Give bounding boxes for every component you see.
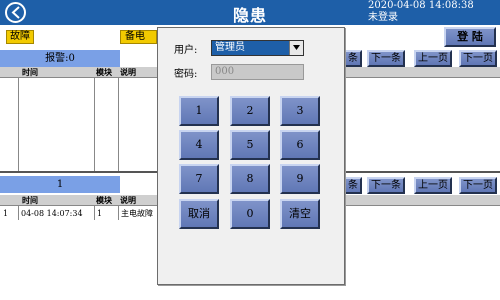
tab-backup-power[interactable]: 备电 — [120, 30, 157, 44]
history-next-page-button[interactable]: 下一页 — [459, 177, 497, 194]
keypad-clear-button[interactable]: 清空 — [280, 199, 320, 229]
keypad-key-9[interactable]: 9 — [280, 164, 320, 194]
history-col-module: 模块 — [96, 195, 112, 205]
column-divider — [118, 78, 119, 171]
keypad-key-7[interactable]: 7 — [179, 164, 219, 194]
alarm-col-module: 模块 — [96, 67, 112, 77]
keypad-key-5[interactable]: 5 — [230, 130, 270, 160]
keypad-key-8[interactable]: 8 — [230, 164, 270, 194]
keypad-key-1[interactable]: 1 — [179, 96, 219, 126]
row-description: 主电故障 — [121, 209, 153, 218]
login-status: 未登录 — [368, 12, 398, 23]
chevron-down-icon — [293, 45, 300, 50]
back-arrow-icon — [11, 6, 20, 19]
history-next-item-button[interactable]: 下一条 — [367, 177, 405, 194]
row-module: 1 — [97, 209, 103, 218]
history-col-desc: 说明 — [120, 195, 136, 205]
keypad-key-2[interactable]: 2 — [230, 96, 270, 126]
history-next-item-partial[interactable]: 条 — [344, 177, 362, 194]
login-dialog: 用户: 管理员 密码: 000 1 2 3 4 5 6 7 8 9 取消 0 清… — [157, 27, 345, 285]
password-label: 密码: — [174, 69, 198, 80]
keypad-key-6[interactable]: 6 — [280, 130, 320, 160]
alarm-count-label: 报警:0 — [0, 50, 120, 67]
alarm-next-item-partial[interactable]: 条 — [344, 50, 362, 67]
history-col-time: 时间 — [22, 195, 38, 205]
keypad-key-0[interactable]: 0 — [230, 199, 270, 229]
alarm-next-page-button[interactable]: 下一页 — [459, 50, 497, 67]
tab-fault[interactable]: 故障 — [6, 30, 34, 44]
back-button[interactable] — [5, 2, 26, 23]
keypad-cancel-button[interactable]: 取消 — [179, 199, 219, 229]
alarm-prev-page-button[interactable]: 上一页 — [414, 50, 452, 67]
user-select-value: 管理员 — [215, 42, 245, 53]
user-select[interactable]: 管理员 — [211, 40, 304, 56]
row-index: 1 — [3, 209, 9, 218]
page-title: 隐患 — [232, 6, 267, 25]
password-input[interactable]: 000 — [211, 64, 304, 80]
keypad-key-3[interactable]: 3 — [280, 96, 320, 126]
datetime-readout: 2020-04-08 14:08:38 — [368, 0, 474, 11]
column-divider — [18, 78, 19, 171]
alarm-col-time: 时间 — [22, 67, 38, 77]
history-prev-page-button[interactable]: 上一页 — [414, 177, 452, 194]
alarm-next-item-button[interactable]: 下一条 — [367, 50, 405, 67]
login-button[interactable]: 登 陆 — [444, 27, 496, 47]
row-time: 04-08 14:07:34 — [21, 209, 83, 218]
column-divider — [94, 78, 95, 171]
history-page-label: 1 — [0, 176, 120, 193]
keypad-key-4[interactable]: 4 — [179, 130, 219, 160]
dropdown-arrow[interactable] — [289, 41, 303, 55]
user-label: 用户: — [174, 45, 198, 56]
alarm-col-desc: 说明 — [120, 67, 136, 77]
